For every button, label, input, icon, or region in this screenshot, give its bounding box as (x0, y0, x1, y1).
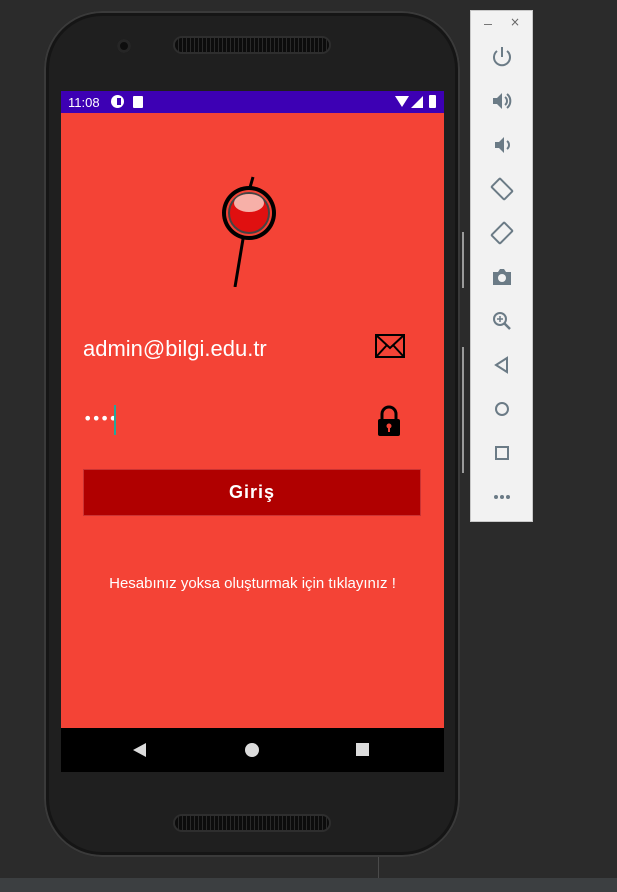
bottom-speaker (175, 816, 329, 830)
ide-scroll-indicator (462, 232, 464, 288)
rotate-right-icon[interactable] (490, 221, 514, 245)
email-field[interactable]: admin@bilgi.edu.tr (83, 334, 413, 364)
home-icon[interactable] (490, 397, 514, 421)
zoom-icon[interactable] (490, 309, 514, 333)
text-cursor (114, 405, 116, 435)
status-time: 11:08 (68, 95, 100, 110)
email-input[interactable]: admin@bilgi.edu.tr (83, 336, 267, 362)
camera-icon[interactable] (490, 265, 514, 289)
password-field[interactable]: •••• (83, 403, 413, 437)
power-icon[interactable] (490, 45, 514, 69)
login-button[interactable]: Giriş (83, 469, 421, 516)
wifi-icon (395, 96, 409, 107)
close-icon[interactable]: × (510, 15, 520, 29)
overview-icon[interactable] (490, 441, 514, 465)
nav-recents-icon[interactable] (356, 743, 369, 756)
app-logo-icon (222, 176, 276, 287)
cell-signal-icon (411, 96, 423, 108)
register-link[interactable]: Hesabınız yoksa oluşturmak için tıklayın… (61, 575, 444, 592)
earpiece-speaker (175, 38, 329, 52)
data-saver-icon (111, 95, 124, 108)
volume-down-icon[interactable] (490, 133, 514, 157)
battery-icon (429, 95, 436, 108)
nav-back-icon[interactable] (133, 743, 146, 757)
nav-home-icon[interactable] (245, 743, 259, 757)
phone-screen: 11:08 admin@bilgi.edu.tr •••• Giriş Hesa… (61, 91, 444, 772)
ide-status-strip (0, 878, 617, 892)
minimize-icon[interactable] (484, 24, 492, 25)
password-input[interactable]: •••• (83, 409, 118, 428)
status-bar: 11:08 (61, 91, 444, 113)
navigation-bar (61, 728, 444, 772)
rotate-left-icon[interactable] (490, 177, 514, 201)
back-icon[interactable] (490, 353, 514, 377)
login-screen: admin@bilgi.edu.tr •••• Giriş Hesabınız … (61, 113, 444, 728)
lock-icon (378, 405, 400, 436)
mail-icon (375, 334, 405, 358)
ide-divider (378, 856, 379, 878)
volume-up-icon[interactable] (490, 89, 514, 113)
emulator-toolbar: × (470, 10, 533, 522)
more-icon[interactable] (490, 485, 514, 509)
sd-card-icon (133, 96, 143, 108)
ide-scroll-indicator (462, 347, 464, 473)
front-camera (117, 39, 131, 53)
